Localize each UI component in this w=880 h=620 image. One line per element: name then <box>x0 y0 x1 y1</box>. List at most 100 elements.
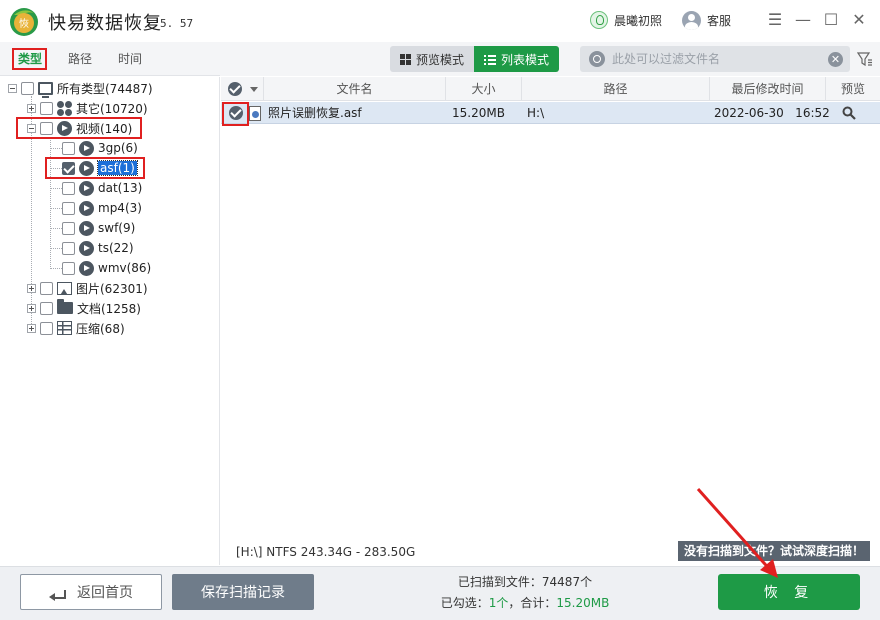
scanned-prefix: 已扫描到文件： <box>457 575 542 589</box>
column-header-modified[interactable]: 最后修改时间 <box>709 77 825 101</box>
tree-item-wmv[interactable]: wmv(86) <box>62 258 151 278</box>
tree-label: dat(13) <box>98 181 143 195</box>
total-size: 15.20MB <box>556 596 610 610</box>
annotation-box-asf <box>45 157 145 179</box>
tree-label: mp4(3) <box>98 201 142 215</box>
tree-item-archives[interactable]: 压缩(68) <box>27 318 125 338</box>
deep-scan-link[interactable]: 没有扫描到文件？试试深度扫描！ <box>677 541 870 561</box>
tree-item-images[interactable]: 图片(62301) <box>27 278 148 298</box>
tree-connector <box>50 268 62 269</box>
selected-count: 1个 <box>488 596 509 610</box>
file-path: H:\ <box>527 106 545 120</box>
scanned-line: 已扫描到文件：74487个 <box>400 572 650 593</box>
tab-time[interactable]: 时间 <box>118 50 142 67</box>
preview-mode-button[interactable]: 预览模式 <box>390 46 475 72</box>
checkbox[interactable] <box>62 181 75 195</box>
app-title: 快易数据恢复 <box>48 13 162 34</box>
checkbox[interactable] <box>40 321 53 335</box>
video-play-icon <box>79 180 94 196</box>
file-name: 照片误删恢复.asf <box>268 106 362 120</box>
customer-service-button[interactable]: 客服 <box>682 11 731 30</box>
expand-toggle-icon[interactable] <box>27 323 36 333</box>
close-icon[interactable]: ✕ <box>849 10 869 30</box>
tree-item-swf[interactable]: swf(9) <box>62 218 135 238</box>
checkbox[interactable] <box>40 101 53 115</box>
checkbox[interactable] <box>40 301 53 315</box>
tree-label: 3gp(6) <box>98 141 138 155</box>
preview-magnifier-icon[interactable] <box>842 106 856 120</box>
table-header: 文件名 大小 路径 最后修改时间 预览 <box>221 77 880 101</box>
selected-prefix: 已勾选： <box>440 596 489 610</box>
video-play-icon <box>79 240 94 256</box>
tree-label: 图片(62301) <box>76 281 148 296</box>
tree-connector <box>50 228 62 229</box>
preview-mode-label: 预览模式 <box>416 52 465 67</box>
customer-service-label: 客服 <box>707 14 732 28</box>
selected-line: 已勾选：1个，合计：15.20MB <box>400 593 650 614</box>
tree-item-mp4[interactable]: mp4(3) <box>62 198 142 218</box>
expand-toggle-icon[interactable] <box>27 103 36 113</box>
checkbox[interactable] <box>21 81 34 95</box>
tree-item-documents[interactable]: 文档(1258) <box>27 298 141 318</box>
checkbox[interactable] <box>62 221 75 235</box>
column-header-path[interactable]: 路径 <box>521 77 709 101</box>
expand-toggle-icon[interactable] <box>27 303 36 313</box>
tab-path[interactable]: 路径 <box>68 50 92 67</box>
customer-service-icon <box>682 11 701 30</box>
video-play-icon <box>79 140 94 156</box>
save-scan-record-button[interactable]: 保存扫描记录 <box>172 574 314 610</box>
expand-toggle-icon[interactable] <box>27 283 36 293</box>
file-type-tree: 所有类型(74487) 其它(10720) 视频(140) 3gp(6) asf… <box>0 77 220 565</box>
category-tabs: 类型 路径 时间 <box>0 42 220 76</box>
checkbox[interactable] <box>62 201 75 215</box>
tree-item-all-types[interactable]: 所有类型(74487) <box>8 78 153 98</box>
tree-connector <box>50 208 62 209</box>
annotation-box-row-check <box>222 102 249 126</box>
collapse-toggle-icon[interactable] <box>8 83 17 93</box>
tree-label: ts(22) <box>98 241 134 255</box>
app-version: 5. 57 <box>160 17 194 30</box>
column-header-name[interactable]: 文件名 <box>263 77 445 101</box>
checkbox[interactable] <box>62 141 75 155</box>
tree-item-ts[interactable]: ts(22) <box>62 238 134 258</box>
list-icon <box>484 54 497 65</box>
checkbox[interactable] <box>40 281 53 295</box>
video-play-icon <box>79 220 94 236</box>
tree-item-dat[interactable]: dat(13) <box>62 178 142 198</box>
user-account[interactable]: 晨曦初照 <box>590 11 662 29</box>
scanned-count: 74487个 <box>541 575 593 589</box>
tree-label: 所有类型(74487) <box>57 81 153 96</box>
checkbox[interactable] <box>62 261 75 275</box>
back-home-label: 返回首页 <box>77 585 133 601</box>
chevron-down-icon[interactable] <box>250 87 258 92</box>
back-home-button[interactable]: 返回首页 <box>20 574 162 610</box>
list-mode-button[interactable]: 列表模式 <box>474 46 560 72</box>
tree-label: 文档(1258) <box>77 301 141 316</box>
tree-connector <box>50 188 62 189</box>
tree-item-3gp[interactable]: 3gp(6) <box>62 138 138 158</box>
column-header-preview[interactable]: 预览 <box>825 77 880 101</box>
title-bar: 恢 快易数据恢复 5. 57 晨曦初照 客服 ☰ — ☐ ✕ <box>0 0 880 42</box>
scan-summary: 已扫描到文件：74487个 已勾选：1个，合计：15.20MB <box>400 572 650 614</box>
checkbox[interactable] <box>62 241 75 255</box>
video-play-icon <box>79 200 94 216</box>
bottom-bar: 返回首页 保存扫描记录 已扫描到文件：74487个 已勾选：1个，合计：15.2… <box>0 566 880 620</box>
list-mode-label: 列表模式 <box>501 52 550 67</box>
table-row[interactable]: 照片误删恢复.asf 15.20MB H:\ 2022-06-30 16:52 <box>221 102 880 124</box>
minimize-icon[interactable]: — <box>793 10 813 30</box>
folder-icon <box>57 299 73 314</box>
status-strip: [H:\] NTFS 243.34G - 283.50G 没有扫描到文件？试试深… <box>229 541 880 565</box>
column-header-size[interactable]: 大小 <box>445 77 521 101</box>
video-play-icon <box>79 260 94 276</box>
maximize-icon[interactable]: ☐ <box>821 10 841 30</box>
menu-icon[interactable]: ☰ <box>765 10 785 30</box>
filter-input[interactable] <box>612 49 812 69</box>
recover-button[interactable]: 恢 复 <box>718 574 860 610</box>
tree-item-other[interactable]: 其它(10720) <box>27 98 148 118</box>
return-arrow-icon <box>49 586 66 599</box>
filter-icon[interactable] <box>857 51 873 67</box>
select-all-checkbox[interactable] <box>228 82 242 96</box>
clear-search-icon[interactable]: ✕ <box>828 52 843 67</box>
search-icon <box>589 51 605 67</box>
annotation-box-video <box>16 117 142 139</box>
